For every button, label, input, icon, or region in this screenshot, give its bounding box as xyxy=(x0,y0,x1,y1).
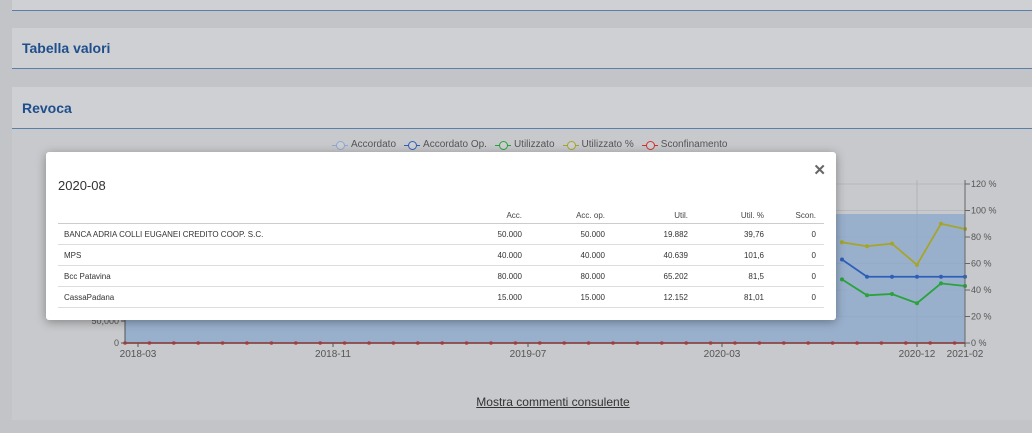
legend-marker-icon xyxy=(641,140,658,150)
cell-util-pct: 101,6 xyxy=(692,244,768,266)
cell-util: 19.882 xyxy=(609,223,692,245)
legend-item[interactable]: Accordato Op. xyxy=(404,139,487,150)
cell-util-pct: 81,5 xyxy=(692,265,768,287)
header-util-pct: Util. % xyxy=(692,207,768,224)
cell-util-pct: 81,01 xyxy=(692,286,768,308)
table-row: Bcc Patavina 80.000 80.000 65.202 81,5 0 xyxy=(58,265,824,287)
cell-acc-op: 50.000 xyxy=(526,223,609,245)
cell-acc-op: 80.000 xyxy=(526,265,609,287)
series-point xyxy=(840,257,844,262)
series-point xyxy=(939,274,943,279)
right-tick-label: 120 % xyxy=(971,179,997,189)
right-tick-label: 20 % xyxy=(971,312,992,322)
series-point xyxy=(939,281,943,286)
legend-label: Sconfinamento xyxy=(660,139,728,150)
table-header-row: Acc. Acc. op. Util. Util. % Scon. xyxy=(58,207,824,224)
legend-item[interactable]: Sconfinamento xyxy=(641,139,728,150)
series-point xyxy=(915,301,919,306)
legend-item[interactable]: Accordato xyxy=(332,139,396,150)
series-point xyxy=(865,293,869,298)
x-tick-label: 2019-07 xyxy=(510,349,547,360)
name: BANCA ADRIA COLLI EUGANEI CREDITO COOP. … xyxy=(58,223,458,245)
name: CassaPadana xyxy=(58,286,458,308)
table-row: BANCA ADRIA COLLI EUGANEI CREDITO COOP. … xyxy=(58,223,824,245)
detail-modal: 2020-08 ✕ Acc. Acc. op. Util. Util. % Sc… xyxy=(46,152,836,320)
cell-scon: 0 xyxy=(768,286,824,308)
right-tick-label: 80 % xyxy=(971,232,992,242)
cell-util: 65.202 xyxy=(609,265,692,287)
cell-acc: 15.000 xyxy=(458,286,526,308)
legend-item[interactable]: Utilizzato xyxy=(494,139,555,150)
close-icon[interactable]: ✕ xyxy=(813,161,826,179)
cell-util-pct: 39,76 xyxy=(692,223,768,245)
series-point xyxy=(890,241,894,246)
cell-util: 40.639 xyxy=(609,244,692,266)
name: Bcc Patavina xyxy=(58,265,458,287)
show-comments-link[interactable]: Mostra commenti consulente xyxy=(0,395,1032,409)
legend-marker-icon xyxy=(494,140,511,150)
series-point xyxy=(890,291,894,296)
right-tick-label: 40 % xyxy=(971,285,992,295)
table-row: CassaPadana 15.000 15.000 12.152 81,01 0 xyxy=(58,286,824,308)
chart-legend: Accordato Accordato Op. Utilizzato Utilizza… xyxy=(332,139,728,150)
cell-acc: 50.000 xyxy=(458,223,526,245)
left-tick-label: 0 xyxy=(114,338,119,348)
legend-marker-icon xyxy=(404,140,421,150)
header-acc: Acc. xyxy=(458,207,526,224)
cell-acc-op: 40.000 xyxy=(526,244,609,266)
series-point xyxy=(915,274,919,279)
x-tick-label: 2021-02 xyxy=(947,349,984,360)
series-point xyxy=(840,240,844,245)
x-tick-label: 2020-12 xyxy=(899,349,936,360)
right-tick-label: 100 % xyxy=(971,206,997,216)
cell-scon: 0 xyxy=(768,265,824,287)
legend-label: Accordato xyxy=(351,139,397,150)
values-table: Acc. Acc. op. Util. Util. % Scon. BANCA … xyxy=(58,207,824,308)
table-row: MPS 40.000 40.000 40.639 101,6 0 xyxy=(58,244,824,266)
header-name xyxy=(58,207,458,224)
legend-marker-icon xyxy=(562,140,579,150)
series-point xyxy=(915,262,919,267)
header-acc-op: Acc. op. xyxy=(526,207,609,224)
cell-scon: 0 xyxy=(768,223,824,245)
cell-scon: 0 xyxy=(768,244,824,266)
header-util: Util. xyxy=(609,207,692,224)
series-point xyxy=(865,244,869,249)
legend-marker-icon xyxy=(332,140,348,150)
legend-item[interactable]: Utilizzato % xyxy=(562,139,634,150)
cell-acc: 40.000 xyxy=(458,244,526,266)
x-tick-label: 2018-11 xyxy=(315,349,351,360)
cell-acc-op: 15.000 xyxy=(526,286,609,308)
legend-label: Utilizzato xyxy=(513,139,555,150)
series-point xyxy=(939,221,943,226)
series-point xyxy=(840,277,844,282)
right-tick-label: 60 % xyxy=(971,259,992,269)
modal-title: 2020-08 xyxy=(58,178,106,193)
x-tick-label: 2018-03 xyxy=(120,349,157,360)
header-scon: Scon. xyxy=(768,207,824,224)
name: MPS xyxy=(58,244,458,266)
cell-acc: 80.000 xyxy=(458,265,526,287)
series-point xyxy=(890,274,894,279)
series-point xyxy=(865,274,869,279)
legend-label: Utilizzato % xyxy=(581,139,634,150)
right-tick-label: 0 % xyxy=(971,338,987,348)
cell-util: 12.152 xyxy=(609,286,692,308)
legend-label: Accordato Op. xyxy=(423,139,487,150)
x-tick-label: 2020-03 xyxy=(704,349,741,360)
